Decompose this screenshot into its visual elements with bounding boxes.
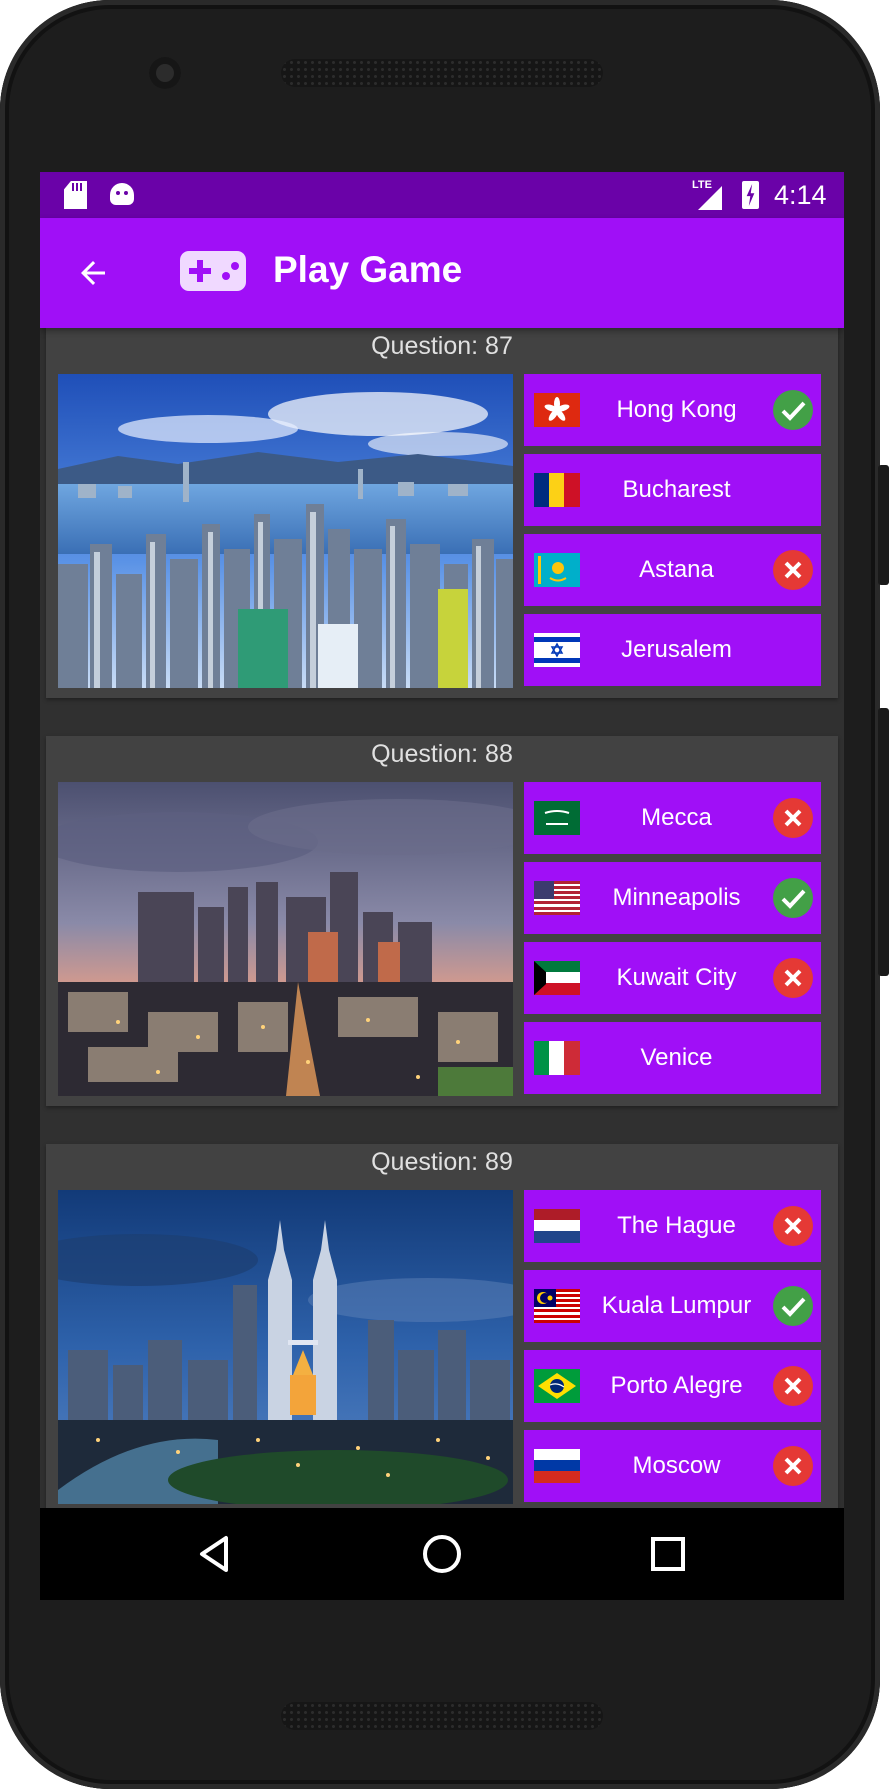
cross-icon [773, 550, 813, 590]
cross-icon [773, 1446, 813, 1486]
answer-button[interactable]: Bucharest [524, 454, 821, 526]
answer-list: The Hague Kuala Lumpur Porto Alegre Mosc… [524, 1190, 821, 1510]
power-button [878, 465, 889, 585]
answer-button[interactable]: The Hague [524, 1190, 821, 1262]
navigation-bar [40, 1508, 844, 1600]
recents-square-icon[interactable] [646, 1532, 690, 1576]
answer-button[interactable]: Porto Alegre [524, 1350, 821, 1422]
answer-button[interactable]: Kuala Lumpur [524, 1270, 821, 1342]
question-card: Question: 87 Hong Kong Bucharest Astana … [46, 328, 838, 698]
android-debug-icon [110, 183, 134, 205]
bottom-speaker [281, 1702, 603, 1730]
city-photo-kuala-lumpur [58, 1190, 513, 1504]
cross-icon [773, 1366, 813, 1406]
answer-label: Hong Kong [616, 396, 737, 423]
back-arrow-icon[interactable] [75, 255, 111, 291]
status-time: 4:14 [774, 180, 827, 210]
battery-charging-icon [742, 181, 759, 209]
answer-label: Mecca [641, 804, 712, 831]
kuwait-flag-icon [534, 961, 580, 995]
answer-label: Moscow [632, 1452, 721, 1479]
question-card: Question: 89 The Hague Kuala Lumpur Port… [46, 1144, 838, 1514]
israel-flag-icon [534, 633, 580, 667]
italy-flag-icon [534, 1041, 580, 1075]
kazakhstan-flag-icon [534, 553, 580, 587]
question-card: Question: 88 Mecca Minneapolis Kuwait Ci… [46, 736, 838, 1106]
netherlands-flag-icon [534, 1209, 580, 1243]
answer-label: Bucharest [622, 476, 731, 503]
cross-icon [773, 1206, 813, 1246]
romania-flag-icon [534, 473, 580, 507]
top-speaker [281, 59, 603, 87]
answer-button[interactable]: Astana [524, 534, 821, 606]
city-photo-minneapolis [58, 782, 513, 1096]
answer-label: Kuwait City [616, 964, 737, 991]
back-triangle-icon[interactable] [194, 1532, 238, 1576]
lte-signal-icon: LTE [692, 179, 722, 210]
phone-frame: LTE 4:14 Play Game Question: 87 Hong Kon… [0, 0, 889, 1789]
front-camera [149, 57, 181, 89]
answer-list: Mecca Minneapolis Kuwait City Venice [524, 782, 821, 1102]
home-circle-icon[interactable] [420, 1532, 464, 1576]
brazil-flag-icon [534, 1369, 580, 1403]
page-title: Play Game [273, 249, 463, 290]
saudi-arabia-flag-icon [534, 801, 580, 835]
answer-label: The Hague [617, 1212, 736, 1239]
answer-label: Venice [640, 1044, 713, 1071]
screen: LTE 4:14 Play Game Question: 87 Hong Kon… [40, 172, 844, 1600]
answer-button[interactable]: Hong Kong [524, 374, 821, 446]
answer-label: Minneapolis [612, 884, 741, 911]
answer-list: Hong Kong Bucharest Astana Jerusalem [524, 374, 821, 694]
russia-flag-icon [534, 1449, 580, 1483]
answer-label: Jerusalem [621, 636, 732, 663]
answer-button[interactable]: Jerusalem [524, 614, 821, 686]
answer-label: Porto Alegre [610, 1372, 743, 1399]
status-bar: LTE 4:14 [40, 172, 844, 218]
answer-button[interactable]: Kuwait City [524, 942, 821, 1014]
hong-kong-flag-icon [534, 393, 580, 427]
volume-button [878, 708, 889, 976]
sd-card-icon [64, 181, 87, 209]
malaysia-flag-icon [534, 1289, 580, 1323]
question-number: Question: 88 [371, 740, 513, 768]
answer-button[interactable]: Venice [524, 1022, 821, 1094]
check-icon [773, 1286, 813, 1326]
city-photo-hong-kong [58, 374, 513, 688]
question-list[interactable]: Question: 87 Hong Kong Bucharest Astana … [40, 328, 844, 1600]
question-number: Question: 87 [371, 332, 513, 360]
cross-icon [773, 958, 813, 998]
answer-button[interactable]: Moscow [524, 1430, 821, 1502]
check-icon [773, 390, 813, 430]
app-bar: Play Game [40, 218, 844, 328]
question-number: Question: 89 [371, 1148, 513, 1176]
united-states-flag-icon [534, 881, 580, 915]
answer-button[interactable]: Minneapolis [524, 862, 821, 934]
answer-button[interactable]: Mecca [524, 782, 821, 854]
answer-label: Kuala Lumpur [601, 1292, 752, 1319]
answer-label: Astana [639, 556, 714, 583]
cross-icon [773, 798, 813, 838]
check-icon [773, 878, 813, 918]
gamepad-icon [180, 251, 246, 291]
